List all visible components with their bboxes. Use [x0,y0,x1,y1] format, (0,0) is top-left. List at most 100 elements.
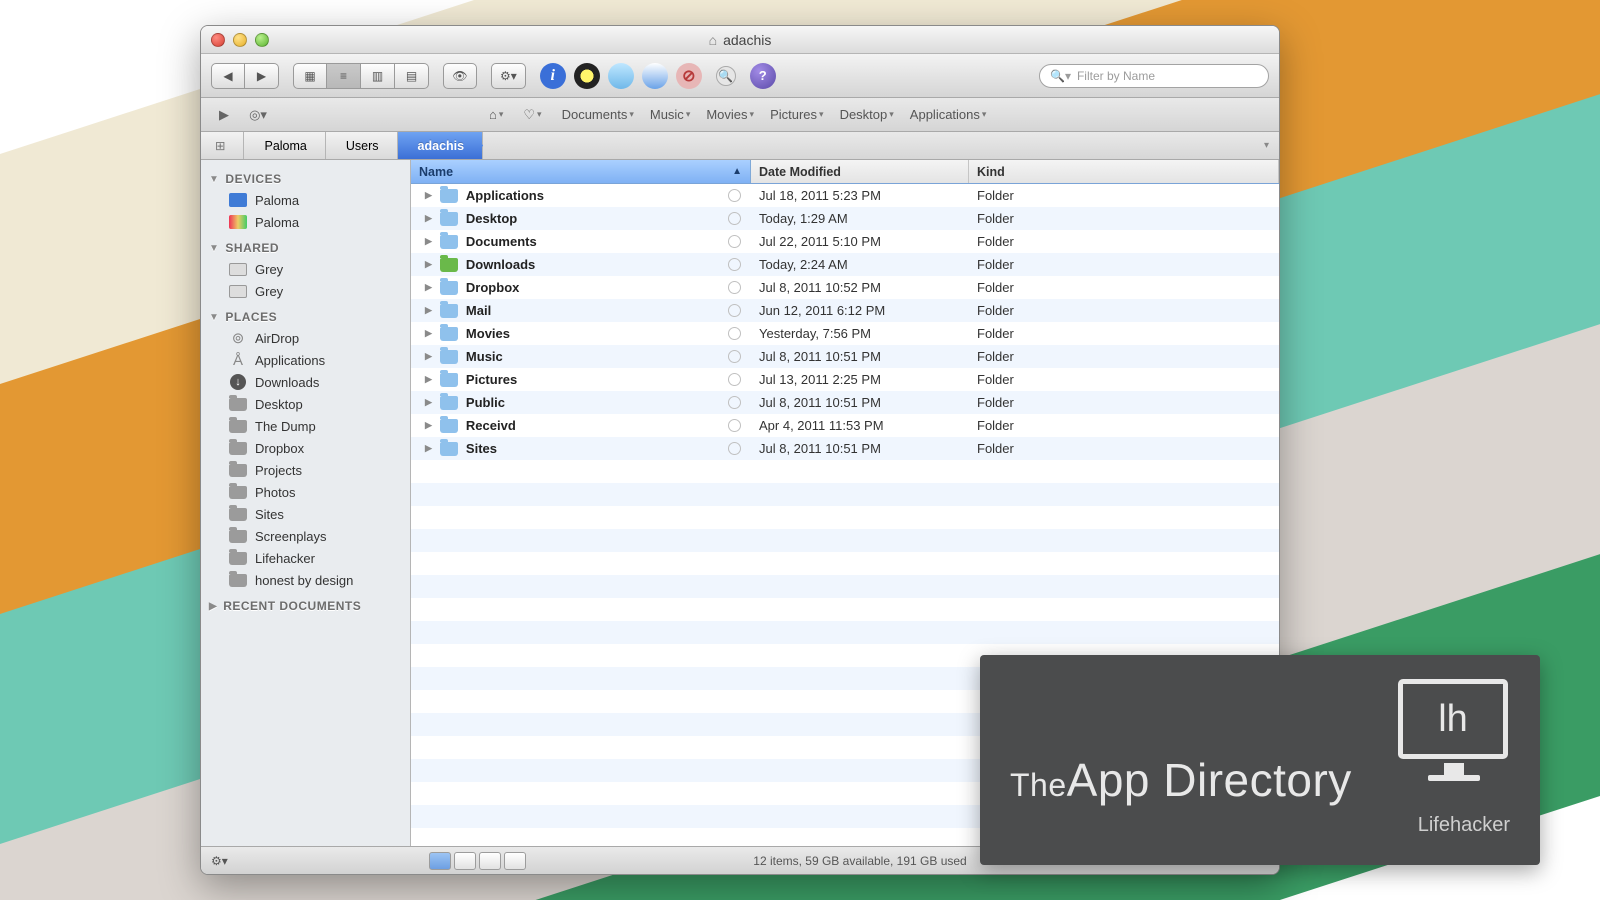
action-menu-button[interactable]: ⚙▾ [491,63,526,89]
sidebar-section-header[interactable]: ▶RECENT DOCUMENTS [201,591,410,616]
table-row[interactable]: ▶DocumentsJul 22, 2011 5:10 PMFolder [411,230,1279,253]
help-icon[interactable]: ? [750,63,776,89]
disk-icon[interactable] [642,63,668,89]
disclosure-icon[interactable]: ▶ [425,351,432,362]
sidebar-item[interactable]: Photos [201,481,410,503]
view-columns-button[interactable]: ▥ [361,63,395,89]
path-crumb[interactable]: Paloma [244,132,325,159]
label-circle-icon[interactable] [728,442,741,455]
sidebar-item[interactable]: ÅApplications [201,349,410,371]
disclosure-icon[interactable]: ▶ [425,305,432,316]
label-circle-icon[interactable] [728,281,741,294]
apps-icon: Å [229,353,247,368]
folder-icon [440,212,458,226]
label-circle-icon[interactable] [728,396,741,409]
fav-target-icon[interactable]: ◎▾ [243,107,273,123]
fav-item-movies[interactable]: Movies▾ [698,105,762,124]
label-circle-icon[interactable] [728,373,741,386]
status-view4[interactable] [504,852,526,870]
column-kind[interactable]: Kind [969,160,1279,183]
sidebar-item[interactable]: Dropbox [201,437,410,459]
fav-expand-icon[interactable]: ▶ [209,107,239,123]
table-row[interactable]: ▶SitesJul 8, 2011 10:51 PMFolder [411,437,1279,460]
sidebar-item[interactable]: Sites [201,503,410,525]
table-row[interactable]: ▶DropboxJul 8, 2011 10:52 PMFolder [411,276,1279,299]
idisk-icon[interactable] [608,63,634,89]
label-circle-icon[interactable] [728,189,741,202]
table-row[interactable]: ▶ReceivdApr 4, 2011 11:53 PMFolder [411,414,1279,437]
fav-item-documents[interactable]: Documents▾ [554,105,642,124]
sidebar-item[interactable]: Desktop [201,393,410,415]
burn-icon[interactable] [574,63,600,89]
path-crumb[interactable]: adachis [398,132,484,159]
column-date[interactable]: Date Modified [751,160,969,183]
label-circle-icon[interactable] [728,419,741,432]
view-coverflow-button[interactable]: ▤ [395,63,429,89]
sidebar-item[interactable]: The Dump [201,415,410,437]
downloads-icon: ↓ [229,375,247,390]
sidebar-item[interactable]: ↓Downloads [201,371,410,393]
table-row[interactable]: ▶PublicJul 8, 2011 10:51 PMFolder [411,391,1279,414]
sidebar-item[interactable]: Grey [201,280,410,302]
column-name[interactable]: Name▲ [411,160,751,183]
view-icons-button[interactable]: ▦ [293,63,327,89]
disclosure-icon[interactable]: ▶ [425,443,432,454]
disclosure-icon[interactable]: ▶ [425,236,432,247]
quicklook-button[interactable]: 👁 [443,63,477,89]
label-circle-icon[interactable] [728,212,741,225]
search-input[interactable]: 🔍▾ Filter by Name [1039,64,1269,88]
sidebar-item[interactable]: Projects [201,459,410,481]
forward-button[interactable]: ▶ [245,63,279,89]
path-crumb[interactable]: Users [326,132,398,159]
disclosure-icon[interactable]: ▶ [425,328,432,339]
table-row[interactable]: ▶DesktopToday, 1:29 AMFolder [411,207,1279,230]
label-circle-icon[interactable] [728,304,741,317]
label-circle-icon[interactable] [728,327,741,340]
path-root[interactable]: ⊞ [201,132,244,159]
label-circle-icon[interactable] [728,350,741,363]
fav-item-pictures[interactable]: Pictures▾ [762,105,832,124]
sidebar-item[interactable]: Paloma [201,189,410,211]
table-row[interactable]: ▶MailJun 12, 2011 6:12 PMFolder [411,299,1279,322]
fav-heart[interactable]: ♡▾ [515,105,549,125]
eject-icon[interactable]: ⊘ [676,63,702,89]
sidebar-section-header[interactable]: ▼SHARED [201,233,410,258]
disclosure-icon[interactable]: ▶ [425,420,432,431]
table-row[interactable]: ▶ApplicationsJul 18, 2011 5:23 PMFolder [411,184,1279,207]
sidebar-item[interactable]: Lifehacker [201,547,410,569]
sidebar-section-header[interactable]: ▼PLACES [201,302,410,327]
sidebar-item[interactable]: Screenplays [201,525,410,547]
fav-item-music[interactable]: Music▾ [642,105,698,124]
fav-item-applications[interactable]: Applications▾ [902,105,995,124]
table-row[interactable]: ▶MoviesYesterday, 7:56 PMFolder [411,322,1279,345]
disclosure-icon[interactable]: ▶ [425,374,432,385]
status-view3[interactable] [479,852,501,870]
sidebar-item[interactable]: Grey [201,258,410,280]
label-circle-icon[interactable] [728,235,741,248]
folder-icon [229,397,247,412]
table-row[interactable]: ▶MusicJul 8, 2011 10:51 PMFolder [411,345,1279,368]
sidebar-item[interactable]: honest by design [201,569,410,591]
sidebar-item[interactable]: ⊚AirDrop [201,327,410,349]
fav-item-desktop[interactable]: Desktop▾ [832,105,902,124]
label-circle-icon[interactable] [728,258,741,271]
status-view2[interactable] [454,852,476,870]
disclosure-icon[interactable]: ▶ [425,397,432,408]
disclosure-icon[interactable]: ▶ [425,190,432,201]
status-view1[interactable] [429,852,451,870]
table-row[interactable]: ▶DownloadsToday, 2:24 AMFolder [411,253,1279,276]
titlebar[interactable]: ⌂ adachis [201,26,1279,54]
disclosure-icon[interactable]: ▶ [425,282,432,293]
info-icon[interactable]: i [540,63,566,89]
path-expand-icon[interactable]: ▾ [1254,140,1279,151]
disclosure-icon[interactable]: ▶ [425,213,432,224]
disclosure-icon[interactable]: ▶ [425,259,432,270]
gear-icon[interactable]: ⚙▾ [211,854,228,868]
back-button[interactable]: ◀ [211,63,245,89]
table-row[interactable]: ▶PicturesJul 13, 2011 2:25 PMFolder [411,368,1279,391]
view-list-button[interactable]: ≡ [327,63,361,89]
fav-home[interactable]: ⌂▾ [481,105,511,124]
search-icon[interactable]: 🔍 [716,66,736,86]
sidebar-section-header[interactable]: ▼DEVICES [201,164,410,189]
sidebar-item[interactable]: Paloma [201,211,410,233]
